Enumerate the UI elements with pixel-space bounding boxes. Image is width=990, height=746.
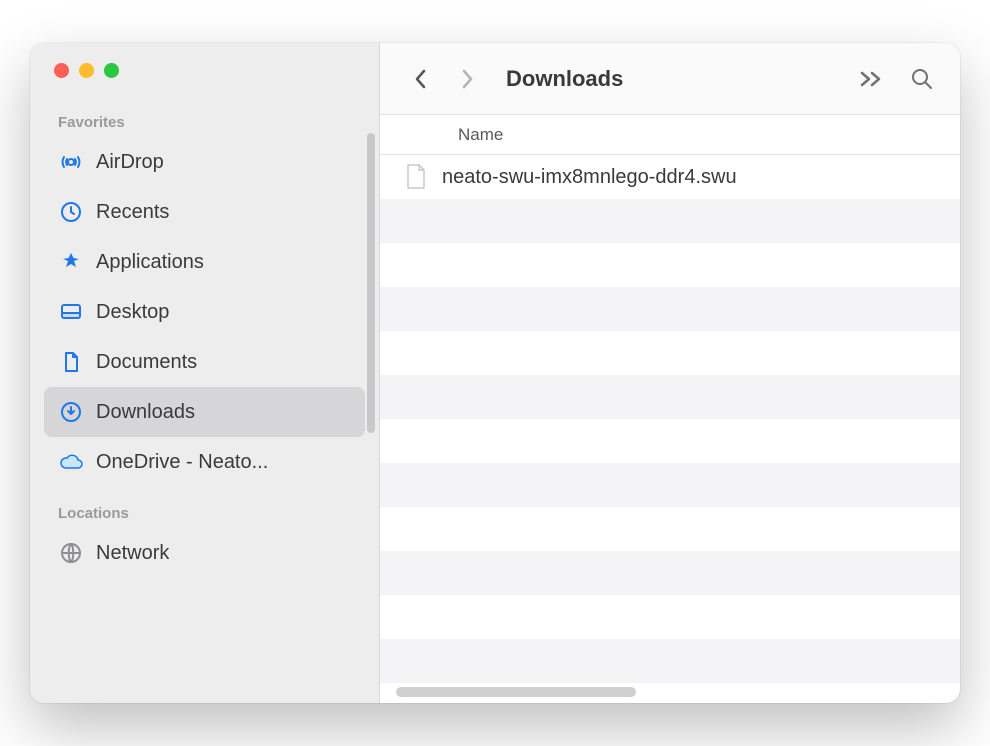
sidebar-item-desktop[interactable]: Desktop (44, 287, 365, 337)
applications-icon (58, 249, 84, 275)
file-row-empty: . (380, 419, 960, 463)
desktop-icon (58, 299, 84, 325)
sidebar-favorites-list: AirDrop Recents Applications Desktop (30, 137, 379, 487)
sidebar-item-label: Applications (96, 251, 204, 274)
file-row-empty: . (380, 639, 960, 683)
sidebar-item-documents[interactable]: Documents (44, 337, 365, 387)
overflow-button[interactable] (858, 65, 886, 93)
sidebar-item-downloads[interactable]: Downloads (44, 387, 365, 437)
sidebar-scrollbar[interactable] (367, 133, 375, 433)
sidebar-item-recents[interactable]: Recents (44, 187, 365, 237)
file-row-empty: . (380, 507, 960, 551)
document-icon (58, 349, 84, 375)
sidebar-locations-list: Network (30, 528, 379, 578)
file-name: neato-swu-imx8mnlego-ddr4.swu (442, 166, 737, 189)
downloads-icon (58, 399, 84, 425)
search-button[interactable] (908, 65, 936, 93)
clock-icon (58, 199, 84, 225)
sidebar-item-airdrop[interactable]: AirDrop (44, 137, 365, 187)
airdrop-icon (58, 149, 84, 175)
sidebar-item-label: Recents (96, 201, 169, 224)
network-icon (58, 540, 84, 566)
columns-header[interactable]: Name (380, 115, 960, 155)
file-row-empty: . (380, 463, 960, 507)
sidebar-item-network[interactable]: Network (44, 528, 365, 578)
sidebar-item-label: Documents (96, 351, 197, 374)
sidebar-item-applications[interactable]: Applications (44, 237, 365, 287)
file-row-empty: . (380, 287, 960, 331)
file-icon (404, 163, 428, 191)
page-title: Downloads (506, 66, 846, 92)
sidebar-item-onedrive[interactable]: OneDrive - Neato... (44, 437, 365, 487)
horizontal-scrollbar[interactable] (396, 687, 636, 697)
column-name-header[interactable]: Name (458, 125, 503, 145)
sidebar-item-label: AirDrop (96, 151, 164, 174)
toolbar: Downloads (380, 43, 960, 115)
sidebar-section-locations-label: Locations (30, 487, 379, 528)
file-row-empty: . (380, 375, 960, 419)
zoom-window-button[interactable] (104, 63, 119, 78)
cloud-icon (58, 449, 84, 475)
file-row[interactable]: neato-swu-imx8mnlego-ddr4.swu (380, 155, 960, 199)
minimize-window-button[interactable] (79, 63, 94, 78)
file-list: neato-swu-imx8mnlego-ddr4.swu . . . . . … (380, 155, 960, 703)
close-window-button[interactable] (54, 63, 69, 78)
file-row-empty: . (380, 551, 960, 595)
file-row-empty: . (380, 595, 960, 639)
toolbar-right (858, 65, 936, 93)
finder-window: Favorites AirDrop Recents Applications (30, 43, 960, 703)
file-row-empty: . (380, 331, 960, 375)
sidebar-section-favorites-label: Favorites (30, 96, 379, 137)
file-row-empty: . (380, 243, 960, 287)
sidebar-item-label: OneDrive - Neato... (96, 451, 268, 474)
main-pane: Downloads Name neato-swu-imx8mnlego-ddr4… (380, 43, 960, 703)
sidebar-item-label: Desktop (96, 301, 169, 324)
sidebar-item-label: Network (96, 542, 169, 565)
forward-button[interactable] (450, 62, 484, 96)
file-row-empty: . (380, 199, 960, 243)
sidebar: Favorites AirDrop Recents Applications (30, 43, 380, 703)
back-button[interactable] (404, 62, 438, 96)
sidebar-item-label: Downloads (96, 401, 195, 424)
traffic-lights (30, 63, 379, 96)
